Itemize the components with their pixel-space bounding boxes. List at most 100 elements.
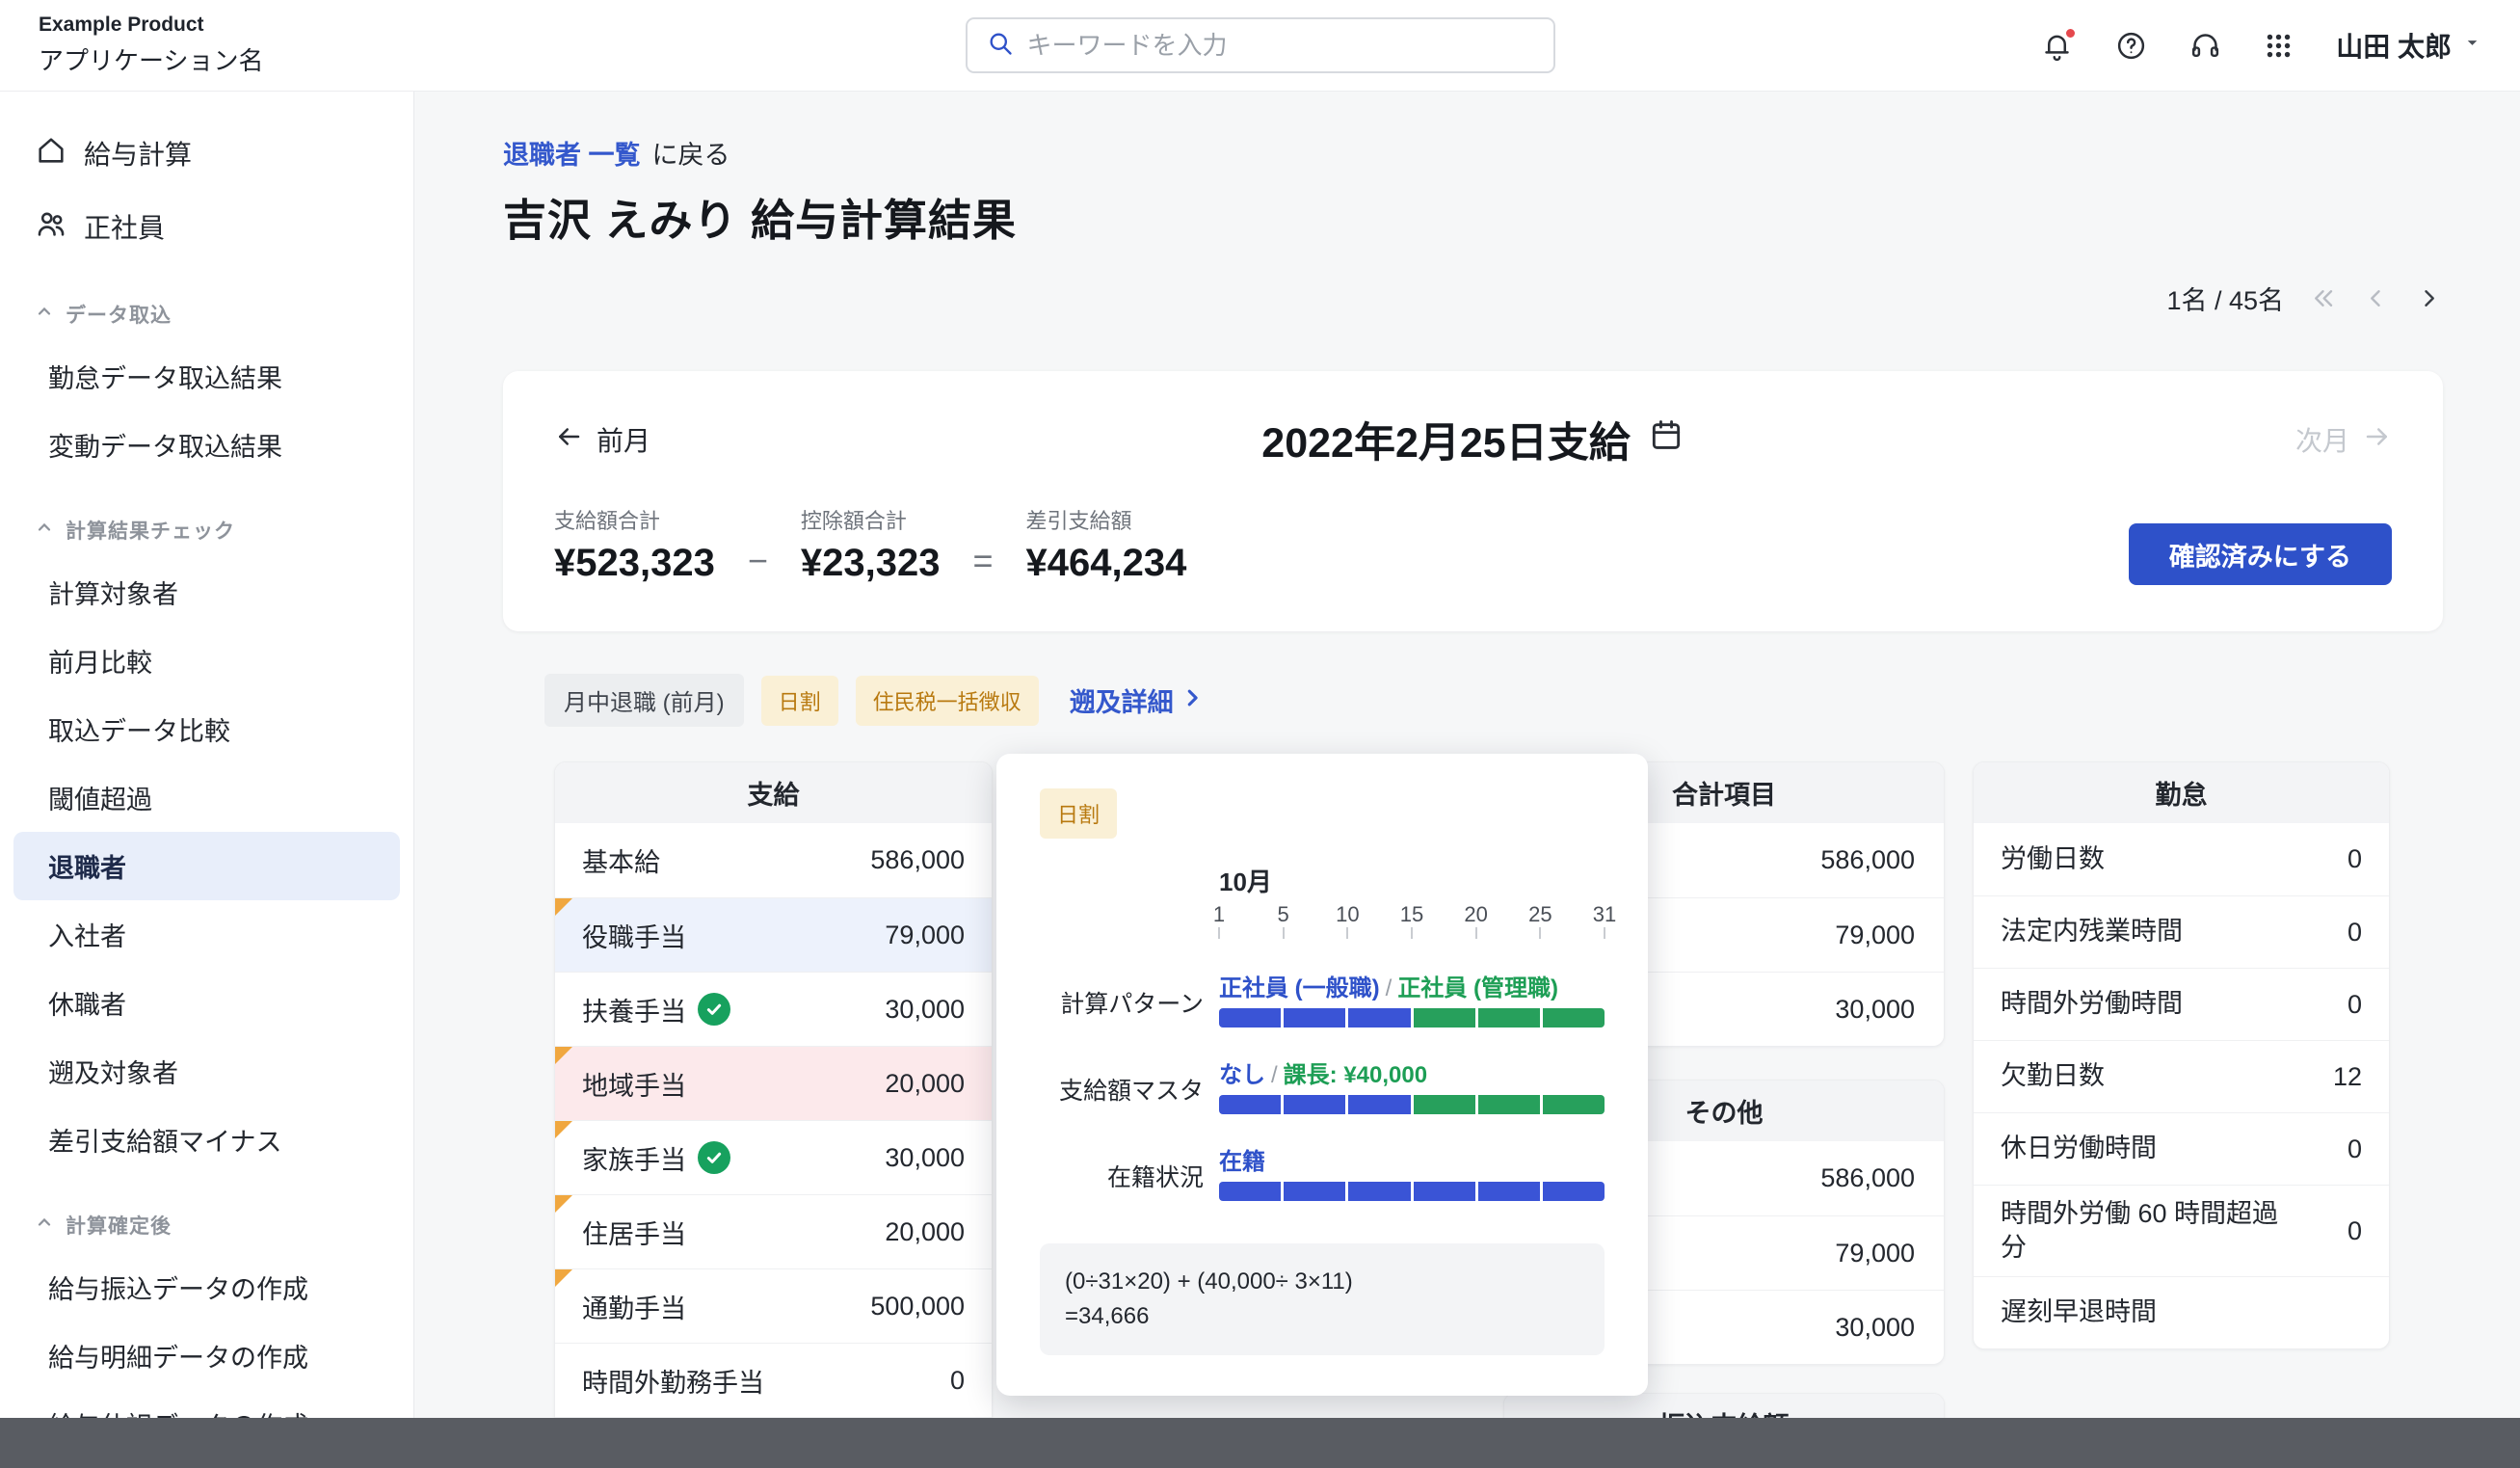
section-title-label: 計算確定後	[66, 1211, 172, 1240]
sidebar-item-new-hires[interactable]: 入社者	[0, 900, 413, 969]
row-value: 586,000	[1820, 1163, 1915, 1193]
row-label: 役職手当	[582, 917, 686, 954]
row-value: 0	[2348, 1216, 2362, 1246]
first-page-icon[interactable]	[2309, 284, 2337, 312]
brand-block: Example Product アプリケーション名	[39, 13, 263, 77]
chevron-up-icon	[35, 518, 54, 543]
timeline-bar	[1219, 1095, 1605, 1114]
total-payment: 支給額合計 ¥523,323	[554, 504, 715, 585]
user-menu[interactable]: 山田 太郎	[2336, 26, 2481, 65]
table-row: 欠勤日数 12	[1974, 1040, 2389, 1112]
sidebar-item-payslip-data[interactable]: 給与明細データの作成	[0, 1321, 413, 1390]
sidebar-item-retirees[interactable]: 退職者	[13, 832, 400, 900]
total-label: 支給額合計	[554, 504, 715, 535]
pay-date-label: 2022年2月25日支給	[1261, 410, 1630, 469]
formula-line2: =34,666	[1065, 1299, 1579, 1334]
table-row[interactable]: 時間外勤務手当 0	[555, 1343, 992, 1417]
segment-b-label: 課長: ¥40,000	[1284, 1062, 1427, 1088]
back-to-list-link[interactable]: 退職者 一覧	[503, 140, 641, 171]
sidebar-item-on-leave[interactable]: 休職者	[0, 969, 413, 1037]
popup-month-label: 10月	[1219, 867, 1605, 896]
row-value: 20,000	[885, 1069, 965, 1099]
confirm-button[interactable]: 確認済みにする	[2129, 523, 2392, 585]
table-row[interactable]: 役職手当 79,000	[555, 897, 992, 972]
row-value: 30,000	[885, 1143, 965, 1173]
mid-month-retirement-badge: 月中退職 (前月)	[544, 674, 744, 727]
sidebar-item-label: 正社員	[84, 207, 165, 246]
sidebar-section-calc-check[interactable]: 計算結果チェック	[0, 502, 413, 558]
row-label: 通勤手当	[582, 1288, 686, 1325]
proration-formula: (0÷31×20) + (40,000÷ 3×11) =34,666	[1040, 1243, 1605, 1355]
total-label: 差引支給額	[1026, 504, 1187, 535]
row-value: 30,000	[1835, 1313, 1915, 1343]
tick-label: 25	[1528, 902, 1552, 927]
sidebar-item-retroactive[interactable]: 遡及対象者	[0, 1037, 413, 1106]
segment-a-label: 正社員 (一般職)	[1219, 975, 1380, 1001]
people-icon	[35, 207, 67, 247]
prev-month-link[interactable]: 前月	[554, 420, 650, 459]
table-row[interactable]: 住居手当 20,000	[555, 1194, 992, 1268]
sidebar-item-transfer-data[interactable]: 給与振込データの作成	[0, 1253, 413, 1321]
row-label: 住居手当	[582, 1214, 686, 1251]
row-label: 欠勤日数	[2001, 1059, 2105, 1093]
row-label: 休日労働時間	[2001, 1132, 2157, 1165]
net-payment: 差引支給額 ¥464,234	[1026, 504, 1187, 585]
search-icon	[987, 30, 1014, 62]
app-window: Example Product アプリケーション名 山田	[0, 0, 2520, 1468]
row-value: 79,000	[885, 921, 965, 950]
chevron-right-icon	[1181, 685, 1203, 715]
popup-row-pay-master: 支給額マスタ なし/課長: ¥40,000	[1040, 1064, 1605, 1114]
help-icon[interactable]	[2115, 30, 2147, 62]
row-value: 79,000	[1835, 1239, 1915, 1268]
segment-b-label: 正社員 (管理職)	[1397, 975, 1558, 1001]
table-row[interactable]: 地域手当 20,000	[555, 1046, 992, 1120]
daily-proration-badge: 日割	[1040, 788, 1117, 839]
global-search[interactable]	[966, 17, 1555, 73]
table-row: 時間外労働時間 0	[1974, 968, 2389, 1040]
table-row: 労働日数 0	[1974, 823, 2389, 895]
sidebar-item-negative-pay[interactable]: 差引支給額マイナス	[0, 1106, 413, 1174]
check-icon	[698, 993, 730, 1026]
search-input[interactable]	[1027, 31, 1534, 61]
tick-label: 31	[1593, 902, 1616, 927]
notifications-bell-icon[interactable]	[2041, 30, 2073, 62]
header-actions: 山田 太郎	[2041, 26, 2481, 65]
next-month-link[interactable]: 次月	[2295, 420, 2392, 459]
breadcrumb: 退職者 一覧 に戻る	[503, 140, 2443, 171]
total-value: ¥523,323	[554, 542, 715, 585]
sidebar-item-threshold-exceeded[interactable]: 閾値超過	[0, 763, 413, 832]
sidebar-item-calc-targets[interactable]: 計算対象者	[0, 558, 413, 627]
apps-grid-icon[interactable]	[2264, 31, 2294, 61]
row-value: 30,000	[885, 995, 965, 1025]
tick-label: 15	[1400, 902, 1423, 927]
home-icon	[35, 134, 67, 173]
sidebar-item-employees[interactable]: 正社員	[0, 190, 413, 263]
sidebar-item-import-compare[interactable]: 取込データ比較	[0, 695, 413, 763]
table-row[interactable]: 扶養手当 30,000	[555, 972, 992, 1046]
table-row[interactable]: 家族手当 30,000	[555, 1120, 992, 1194]
table-row[interactable]: 基本給 586,000	[555, 823, 992, 897]
row-value: 0	[2348, 1134, 2362, 1164]
sidebar-item-payroll[interactable]: 給与計算	[0, 117, 413, 190]
sidebar-item-attendance-import[interactable]: 勤怠データ取込結果	[0, 342, 413, 411]
sidebar-section-data-import[interactable]: データ取込	[0, 286, 413, 342]
product-name: Example Product	[39, 13, 263, 37]
next-page-icon[interactable]	[2415, 284, 2443, 312]
segment-separator: /	[1380, 975, 1398, 1001]
prev-page-icon[interactable]	[2362, 284, 2390, 312]
formula-line1: (0÷31×20) + (40,000÷ 3×11)	[1065, 1265, 1579, 1299]
sidebar-section-after-fix[interactable]: 計算確定後	[0, 1197, 413, 1253]
row-value: 30,000	[1835, 995, 1915, 1025]
popup-row-label: 計算パターン	[1040, 985, 1204, 1020]
table-row[interactable]: 通勤手当 500,000	[555, 1268, 992, 1343]
sidebar-item-prev-month-compare[interactable]: 前月比較	[0, 627, 413, 695]
headset-icon[interactable]	[2189, 30, 2221, 62]
timeline-ticks: 1 5 10 15 20 25 31	[1219, 902, 1605, 927]
table-row: 法定内残業時間 0	[1974, 895, 2389, 968]
calendar-icon[interactable]	[1648, 416, 1684, 464]
sidebar-item-variable-import[interactable]: 変動データ取込結果	[0, 411, 413, 479]
row-label: 法定内残業時間	[2001, 915, 2183, 948]
row-label: 基本給	[582, 841, 660, 879]
popup-row-enrollment: 在籍状況 在籍	[1040, 1151, 1605, 1201]
retroactive-detail-link[interactable]: 遡及詳細	[1070, 681, 1203, 719]
